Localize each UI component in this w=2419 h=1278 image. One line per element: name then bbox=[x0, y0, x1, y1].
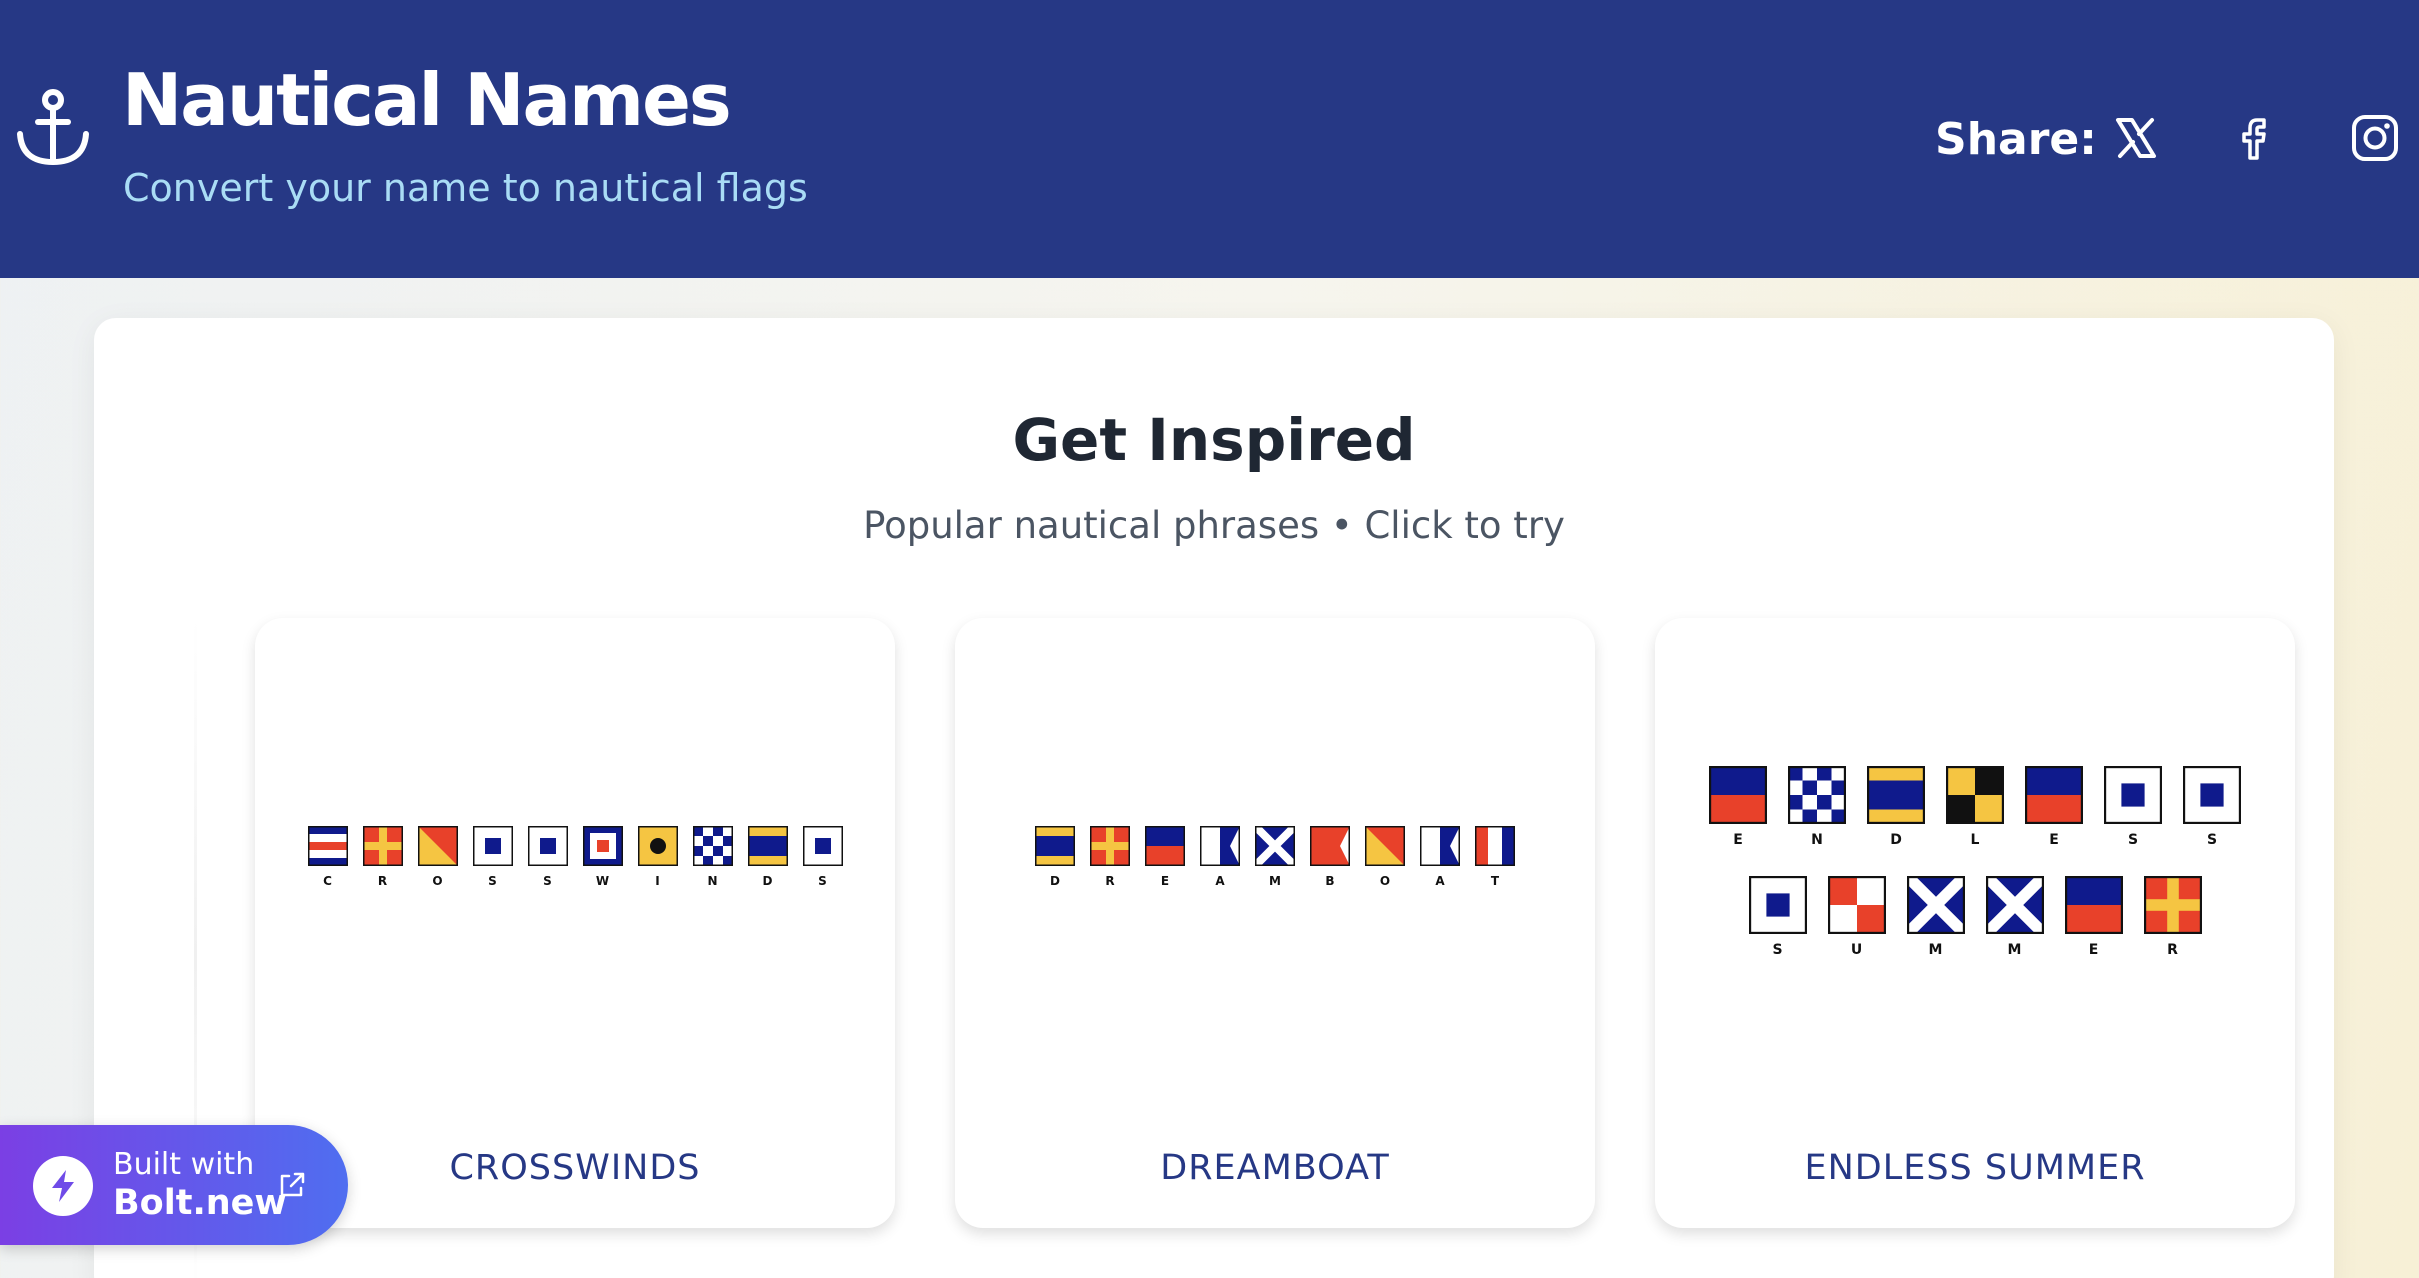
x-icon[interactable] bbox=[2110, 112, 2162, 164]
flag-letter: B bbox=[1325, 874, 1335, 888]
phrase-card-label: CROSSWINDS bbox=[449, 1148, 701, 1188]
flag-s-icon: S bbox=[2094, 766, 2173, 847]
phrase-card-label: DREAMBOAT bbox=[1160, 1148, 1390, 1188]
flag-r-icon: R bbox=[355, 826, 410, 887]
flag-row: ENDLESS bbox=[1655, 766, 2295, 847]
flag-letter: E bbox=[1733, 832, 1743, 848]
flag-letter: A bbox=[1215, 874, 1225, 888]
flag-e-icon: E bbox=[2015, 766, 2094, 847]
app-header: Nautical Names Convert your name to naut… bbox=[0, 0, 2419, 278]
flag-letter: S bbox=[488, 874, 497, 888]
flag-letter: O bbox=[1379, 874, 1391, 888]
flag-letter: I bbox=[655, 874, 660, 888]
flag-s-icon: S bbox=[1738, 876, 1817, 957]
flag-m-icon: M bbox=[1975, 876, 2054, 957]
flag-letter: S bbox=[1772, 942, 1783, 958]
flag-letter: S bbox=[2206, 832, 2218, 848]
flag-s-icon: S bbox=[2173, 766, 2252, 847]
flag-s-icon: S bbox=[795, 826, 850, 887]
flag-letter: M bbox=[1269, 874, 1281, 888]
flag-letter: T bbox=[1490, 874, 1500, 888]
flag-m-icon: M bbox=[1896, 876, 1975, 957]
facebook-icon[interactable] bbox=[2230, 112, 2282, 164]
flag-d-icon: D bbox=[1028, 826, 1083, 887]
flag-i-icon: I bbox=[630, 826, 685, 887]
flag-letter: S bbox=[543, 874, 552, 888]
flag-l-icon: L bbox=[1936, 766, 2015, 847]
flag-letter: R bbox=[1105, 874, 1115, 888]
flag-letter: W bbox=[595, 874, 610, 888]
anchor-icon bbox=[17, 89, 89, 166]
flag-letter: E bbox=[2088, 942, 2099, 958]
flag-letter: O bbox=[432, 874, 443, 888]
flag-letter: S bbox=[818, 874, 827, 888]
flag-e-icon: E bbox=[2054, 876, 2133, 957]
flag-d-icon: D bbox=[740, 826, 795, 887]
flag-letter: U bbox=[1850, 942, 1863, 958]
flag-m-icon: M bbox=[1248, 826, 1303, 887]
bolt-icon bbox=[33, 1156, 93, 1216]
flag-a-icon: A bbox=[1413, 826, 1468, 887]
flag-o-icon: O bbox=[410, 826, 465, 887]
flag-e-icon: E bbox=[1138, 826, 1193, 887]
flag-letter: N bbox=[707, 874, 718, 888]
share-label: Share: bbox=[1935, 114, 2097, 165]
flag-a-icon: A bbox=[1193, 826, 1248, 887]
section-title: Get Inspired bbox=[1012, 406, 1416, 474]
phrase-card-endless-summer[interactable]: ENDLESS SUMMER ENDLESS SUMMER bbox=[1655, 618, 2295, 1228]
phrase-card-dreamboat[interactable]: DREAMBOAT DREAMBOAT bbox=[955, 618, 1595, 1228]
flag-letter: D bbox=[1890, 832, 1902, 848]
flag-letter: E bbox=[2049, 832, 2059, 848]
built-with-bolt-badge[interactable]: Built with Bolt.new bbox=[0, 1125, 348, 1245]
flag-d-icon: D bbox=[1857, 766, 1936, 847]
badge-text: Built with bbox=[113, 1147, 255, 1182]
flag-letter: D bbox=[1050, 874, 1060, 888]
flag-letter: S bbox=[2127, 832, 2139, 848]
app-title: Nautical Names bbox=[122, 58, 732, 142]
flag-s-icon: S bbox=[520, 826, 575, 887]
flag-letter: R bbox=[377, 874, 388, 888]
flag-letter: L bbox=[1970, 832, 1980, 848]
flag-n-icon: N bbox=[1778, 766, 1857, 847]
flag-c-icon: C bbox=[300, 826, 355, 887]
flag-n-icon: N bbox=[685, 826, 740, 887]
flag-letter: E bbox=[1160, 874, 1170, 888]
flag-b-icon: B bbox=[1303, 826, 1358, 887]
flag-u-icon: U bbox=[1817, 876, 1896, 957]
phrase-card-label: ENDLESS SUMMER bbox=[1804, 1148, 2146, 1188]
flag-letter: M bbox=[2007, 942, 2022, 958]
flag-letter: M bbox=[1928, 942, 1943, 958]
flag-t-icon: T bbox=[1468, 826, 1523, 887]
flag-e-icon: E bbox=[1699, 766, 1778, 847]
badge-name: Bolt.new bbox=[113, 1183, 287, 1223]
flag-r-icon: R bbox=[2133, 876, 2212, 957]
flag-w-icon: W bbox=[575, 826, 630, 887]
flag-r-icon: R bbox=[1083, 826, 1138, 887]
flag-s-icon: S bbox=[465, 826, 520, 887]
app-subtitle: Convert your name to nautical flags bbox=[123, 166, 808, 210]
flag-letter: A bbox=[1435, 874, 1445, 888]
instagram-icon[interactable] bbox=[2349, 112, 2401, 164]
flag-o-icon: O bbox=[1358, 826, 1413, 887]
flag-letter: R bbox=[2167, 942, 2178, 958]
phrase-card-crosswinds[interactable]: CROSSWINDS CROSSWINDS bbox=[255, 618, 895, 1228]
flag-letter: N bbox=[1811, 832, 1823, 848]
flag-letter: D bbox=[762, 874, 773, 888]
section-subtitle: Popular nautical phrases • Click to try bbox=[863, 504, 1565, 547]
flag-letter: C bbox=[323, 874, 332, 888]
flag-row: DREAMBOAT bbox=[955, 826, 1595, 887]
flag-row: CROSSWINDS bbox=[255, 826, 895, 887]
flag-row: SUMMER bbox=[1655, 876, 2295, 957]
external-link-icon bbox=[280, 1172, 305, 1197]
